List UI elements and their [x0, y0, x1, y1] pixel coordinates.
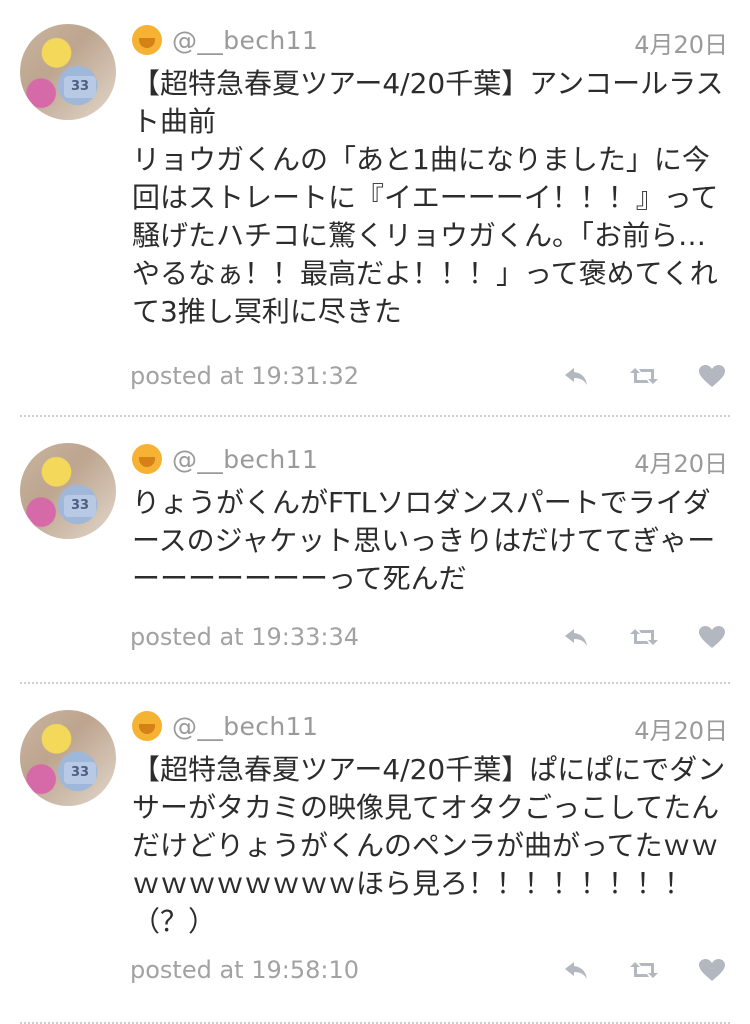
avatar-badge: 33 — [64, 495, 96, 517]
tweet-meta: posted at 19:33:34 — [130, 617, 728, 657]
avatar[interactable]: 33 — [20, 710, 116, 806]
user-handle[interactable]: @__bech11 — [172, 445, 318, 474]
retweet-icon[interactable] — [628, 955, 660, 985]
tweet-actions — [560, 622, 728, 652]
avatar-badge: 33 — [64, 762, 96, 784]
posted-timestamp: posted at 19:33:34 — [130, 623, 359, 651]
heart-icon[interactable] — [696, 622, 728, 652]
reply-icon[interactable] — [560, 361, 592, 391]
tweet-item[interactable]: 33 @__bech11 4月20日 【超特急春夏ツアー4/20千葉】ぱにぱにで… — [0, 684, 750, 1024]
timeline: 33 @__bech11 4月20日 【超特急春夏ツアー4/20千葉】アンコール… — [0, 0, 750, 1024]
tweet-item[interactable]: 33 @__bech11 4月20日 りょうがくんがFTLソロダンスパートでライ… — [0, 417, 750, 684]
user-handle[interactable]: @__bech11 — [172, 712, 318, 741]
avatar[interactable]: 33 — [20, 443, 116, 539]
tweet-date[interactable]: 4月20日 — [634, 711, 728, 746]
retweet-icon[interactable] — [628, 622, 660, 652]
tweet-meta: posted at 19:31:32 — [130, 356, 728, 396]
tweet-meta: posted at 19:58:10 — [130, 950, 728, 990]
avatar-badge: 33 — [64, 76, 96, 98]
tweet-actions — [560, 361, 728, 391]
heart-icon[interactable] — [696, 361, 728, 391]
tweet-text: りょうがくんがFTLソロダンスパートでライダースのジャケット思いっきりはだけてて… — [132, 486, 716, 595]
reply-icon[interactable] — [560, 955, 592, 985]
avatar[interactable]: 33 — [20, 24, 116, 120]
hand-over-mouth-emoji-icon — [132, 25, 162, 55]
posted-timestamp: posted at 19:31:32 — [130, 362, 359, 390]
tweet-item[interactable]: 33 @__bech11 4月20日 【超特急春夏ツアー4/20千葉】アンコール… — [0, 0, 750, 417]
hand-over-mouth-emoji-icon — [132, 444, 162, 474]
posted-timestamp: posted at 19:58:10 — [130, 956, 359, 984]
tweet-text: 【超特急春夏ツアー4/20千葉】ぱにぱにでダンサーがタカミの映像見てオタクごっこ… — [132, 753, 726, 938]
user-handle[interactable]: @__bech11 — [172, 26, 318, 55]
heart-icon[interactable] — [696, 955, 728, 985]
tweet-date[interactable]: 4月20日 — [634, 444, 728, 479]
hand-over-mouth-emoji-icon — [132, 711, 162, 741]
reply-icon[interactable] — [560, 622, 592, 652]
tweet-text: 【超特急春夏ツアー4/20千葉】アンコールラスト曲前 リョウガくんの「あと1曲に… — [132, 67, 724, 328]
tweet-actions — [560, 955, 728, 985]
retweet-icon[interactable] — [628, 361, 660, 391]
tweet-date[interactable]: 4月20日 — [634, 25, 728, 60]
